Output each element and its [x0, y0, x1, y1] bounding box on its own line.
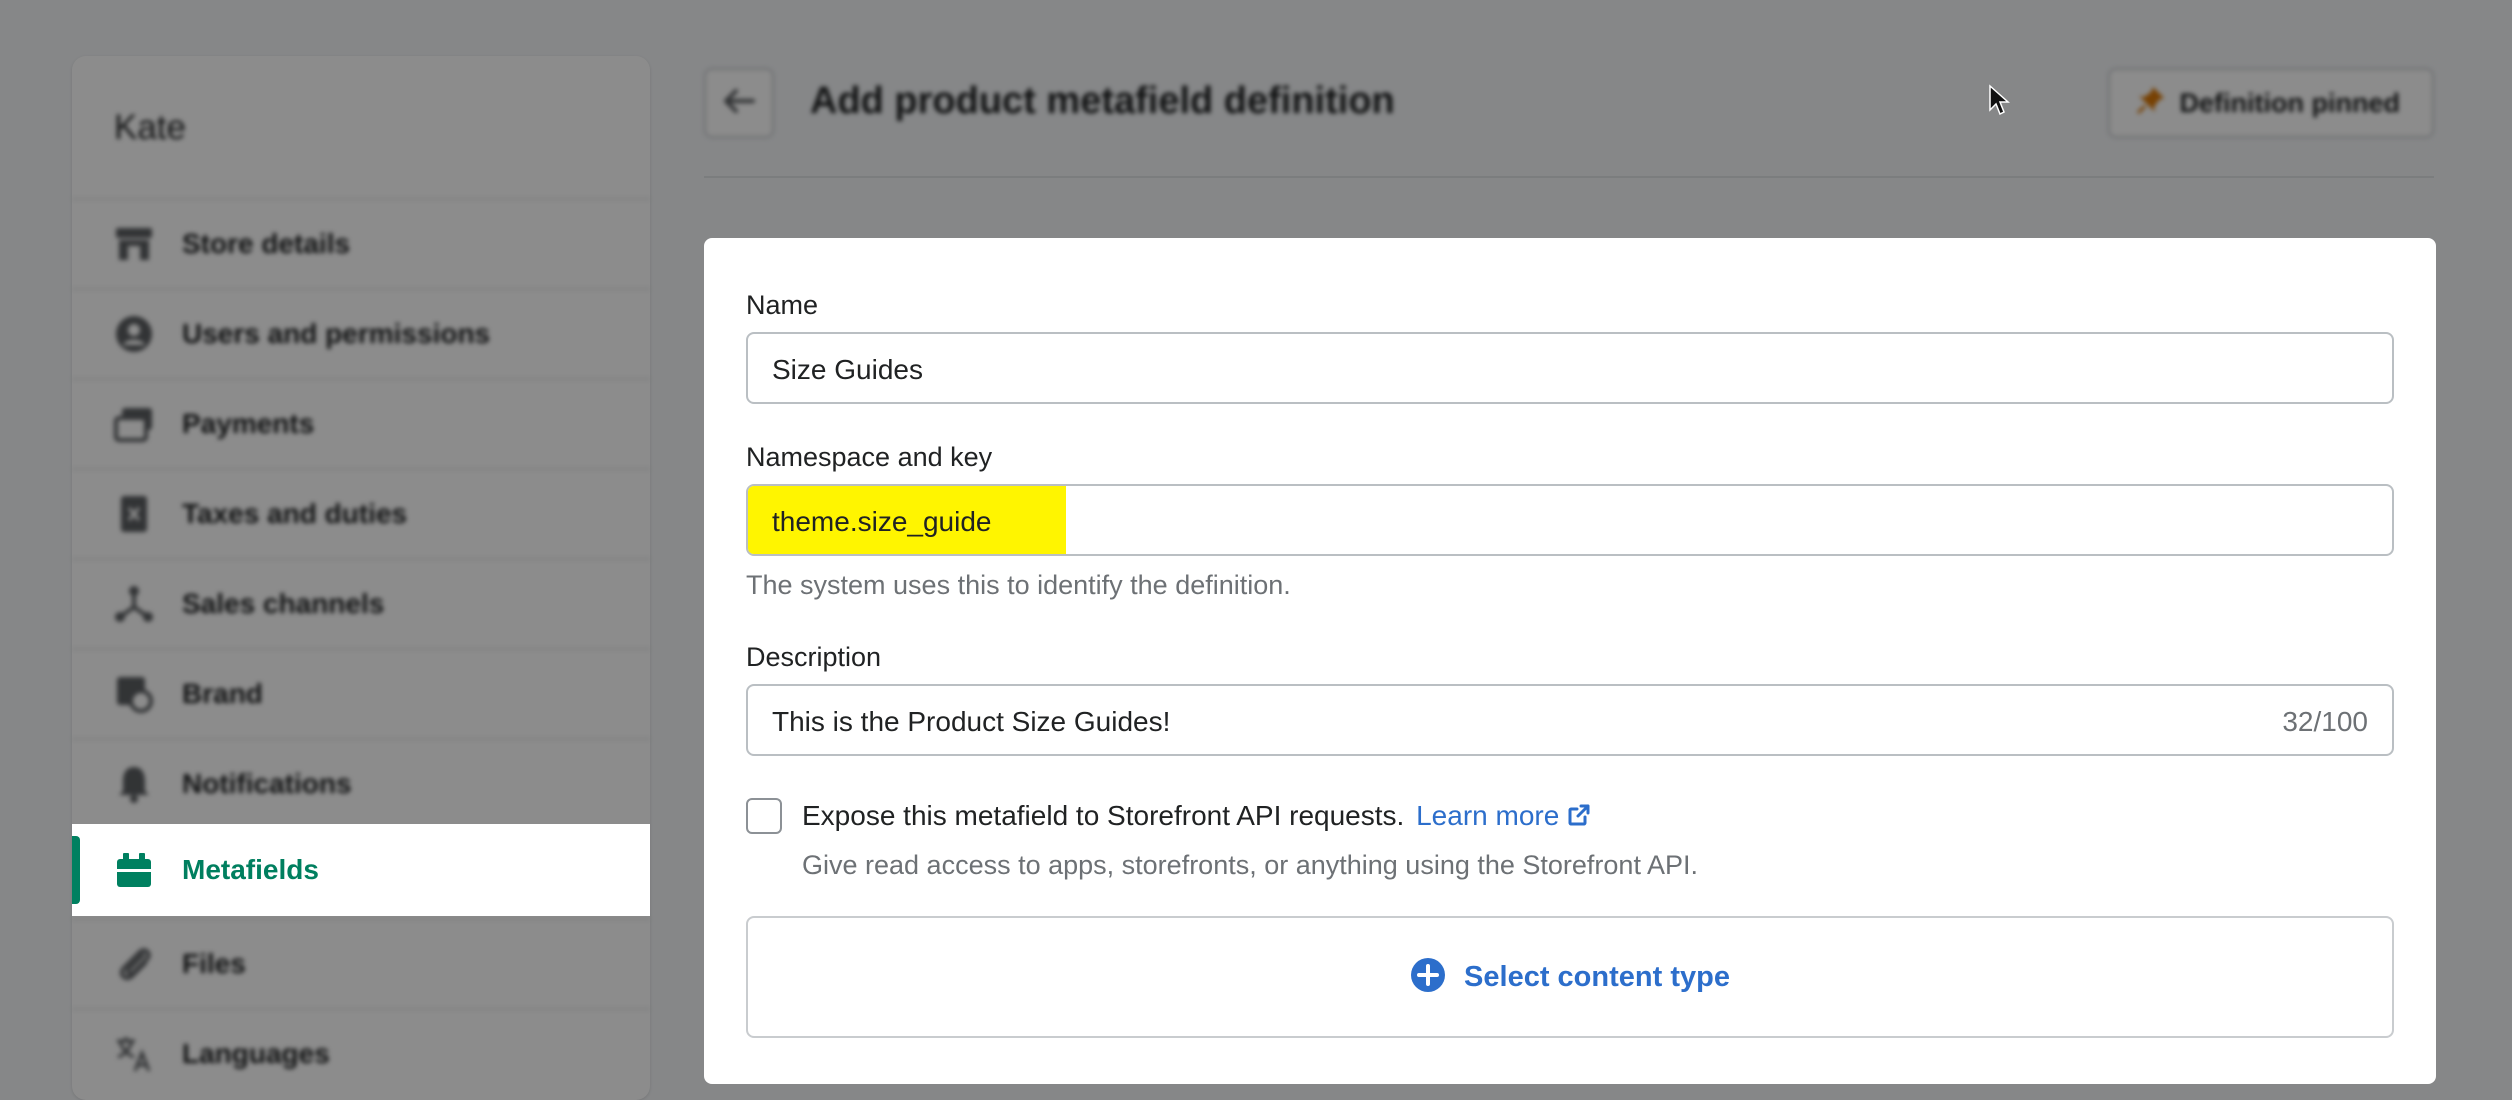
plus-circle-icon	[1410, 957, 1446, 998]
namespace-help-text: The system uses this to identify the def…	[746, 570, 1291, 600]
storefront-api-checkbox[interactable]	[746, 798, 782, 834]
namespace-key-input[interactable]: theme.size_guide	[746, 484, 2394, 556]
external-link-icon	[1567, 802, 1591, 834]
select-content-type-label: Select content type	[1464, 960, 1730, 993]
description-label: Description	[746, 642, 882, 672]
description-input[interactable]: This is the Product Size Guides! 32/100	[746, 684, 2394, 756]
active-indicator	[72, 836, 80, 904]
learn-more-link[interactable]: Learn more	[1416, 800, 1591, 831]
mouse-cursor-icon	[1988, 84, 2010, 121]
storefront-api-text: Expose this metafield to Storefront API …	[802, 800, 1405, 831]
sidebar-item-label: Metafields	[182, 854, 319, 885]
name-value: Size Guides	[772, 354, 923, 385]
metafield-definition-form: Name Size Guides Namespace and key theme…	[704, 238, 2436, 1084]
storefront-api-help-text: Give read access to apps, storefronts, o…	[802, 850, 1698, 880]
select-content-type-button[interactable]: Select content type	[746, 916, 2394, 1038]
metafields-icon	[112, 848, 156, 892]
character-counter: 32/100	[2282, 706, 2368, 737]
name-label: Name	[746, 290, 819, 320]
description-value: This is the Product Size Guides!	[772, 706, 1171, 737]
namespace-key-value: theme.size_guide	[772, 506, 992, 537]
name-input[interactable]: Size Guides	[746, 332, 2394, 404]
storefront-api-label: Expose this metafield to Storefront API …	[802, 800, 1591, 834]
learn-more-text: Learn more	[1416, 800, 1560, 831]
sidebar-item-metafields[interactable]: Metafields	[72, 824, 650, 916]
namespace-key-label: Namespace and key	[746, 442, 993, 472]
